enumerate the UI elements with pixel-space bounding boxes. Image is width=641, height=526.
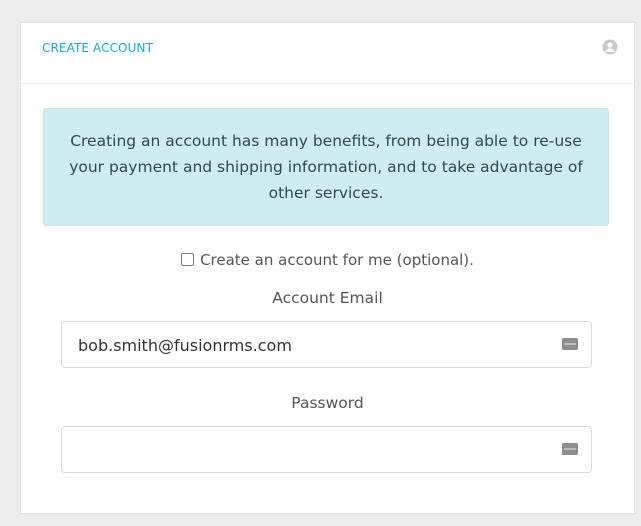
password-manager-icon[interactable] bbox=[562, 443, 578, 455]
account-email-field[interactable]: bob.smith@fusionrms.com bbox=[61, 321, 592, 368]
info-alert: Creating an account has many benefits, f… bbox=[43, 108, 609, 226]
card-header: CREATE ACCOUNT bbox=[21, 23, 634, 84]
user-circle-icon bbox=[602, 39, 618, 55]
create-account-checkbox[interactable] bbox=[181, 253, 195, 266]
account-email-label: Account Email bbox=[272, 289, 383, 307]
card-title: CREATE ACCOUNT bbox=[42, 41, 153, 55]
info-text: Creating an account has many benefits, f… bbox=[69, 132, 583, 202]
create-account-checkbox-label[interactable]: Create an account for me (optional). bbox=[200, 251, 474, 269]
account-email-value[interactable]: bob.smith@fusionrms.com bbox=[78, 336, 292, 355]
password-field[interactable] bbox=[61, 426, 592, 473]
password-label: Password bbox=[291, 394, 364, 412]
create-account-checkbox-row[interactable]: Create an account for me (optional). bbox=[21, 251, 634, 269]
password-manager-icon[interactable] bbox=[562, 338, 578, 350]
create-account-card: CREATE ACCOUNT Creating an account has m… bbox=[20, 22, 635, 514]
